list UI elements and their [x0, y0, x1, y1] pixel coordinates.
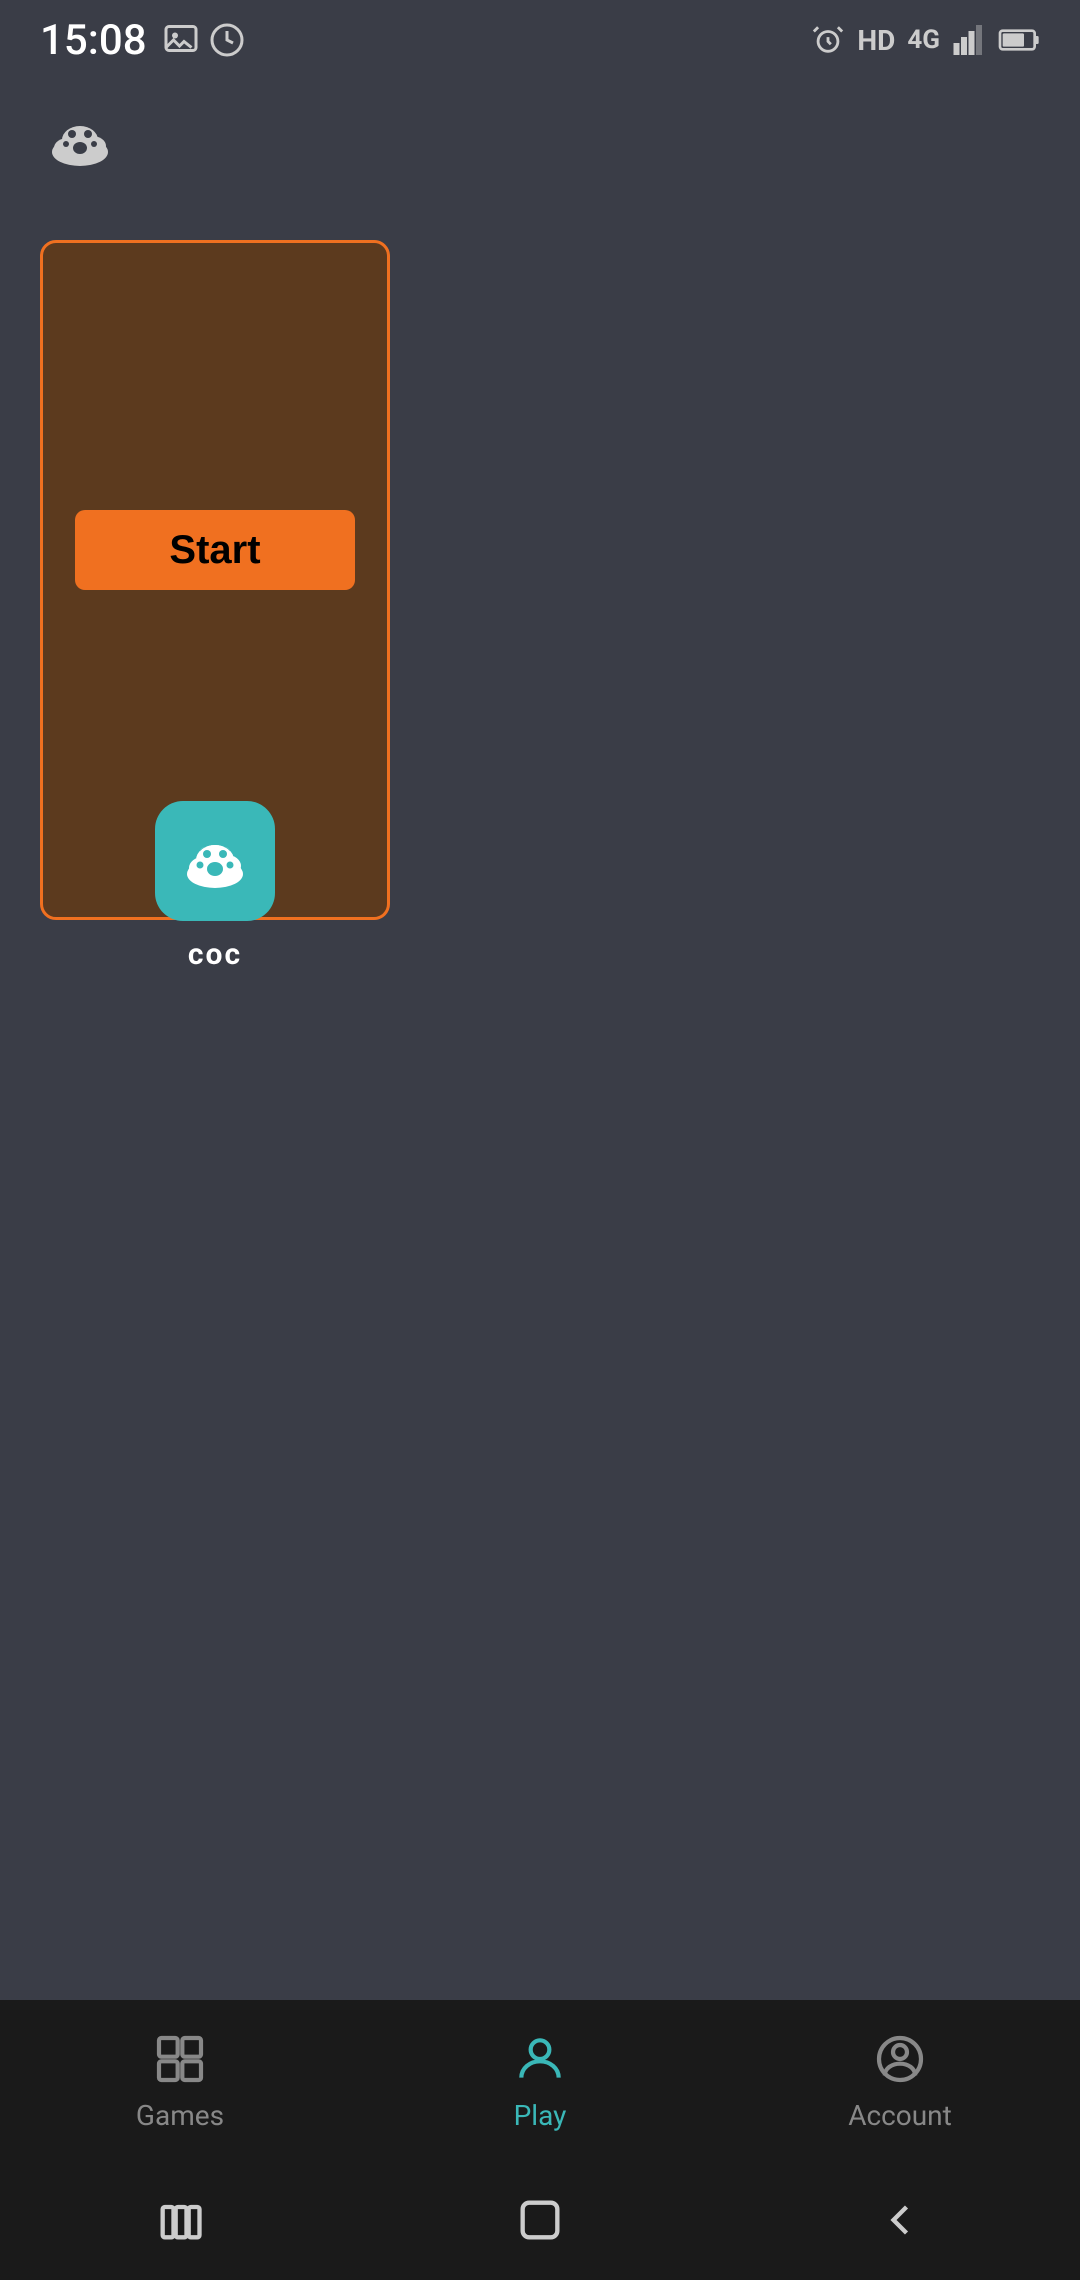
nav-item-account[interactable]: Account [720, 2029, 1080, 2132]
bottom-nav: Games Play Account [0, 2000, 1080, 2160]
app-logo [40, 100, 120, 180]
main-content: Start [0, 200, 1080, 950]
play-nav-label: Play [514, 2099, 567, 2132]
battery-icon [1000, 22, 1040, 58]
games-nav-label: Games [136, 2099, 224, 2132]
home-button[interactable] [514, 2194, 566, 2246]
status-left: 15:08 [40, 16, 245, 65]
status-right: HD 4G [811, 22, 1040, 58]
4g-label: 4G [907, 25, 940, 55]
signal-icon [952, 22, 988, 58]
coc-game-icon [170, 816, 260, 906]
games-nav-icon [150, 2029, 210, 2089]
start-button[interactable]: Start [75, 510, 355, 590]
image-icon [163, 22, 199, 58]
paw-cloud-logo-icon [40, 100, 120, 180]
back-button[interactable] [874, 2194, 926, 2246]
status-bar: 15:08 HD 4G [0, 0, 1080, 80]
nav-item-play[interactable]: Play [360, 2029, 720, 2132]
account-nav-icon [870, 2029, 930, 2089]
recents-button[interactable] [154, 2194, 206, 2246]
account-nav-label: Account [848, 2099, 952, 2132]
play-nav-icon [510, 2029, 570, 2089]
game-name: coc [188, 937, 242, 972]
system-nav [0, 2160, 1080, 2280]
app-header [0, 80, 1080, 200]
status-time: 15:08 [40, 16, 147, 65]
status-icons-left [163, 22, 245, 58]
game-icon[interactable] [155, 801, 275, 921]
nav-item-games[interactable]: Games [0, 2029, 360, 2132]
game-card: Start [40, 240, 390, 920]
game-icon-container: coc [155, 801, 275, 972]
hd-label: HD [857, 24, 895, 57]
clock-icon [209, 22, 245, 58]
alarm-icon [811, 23, 845, 57]
